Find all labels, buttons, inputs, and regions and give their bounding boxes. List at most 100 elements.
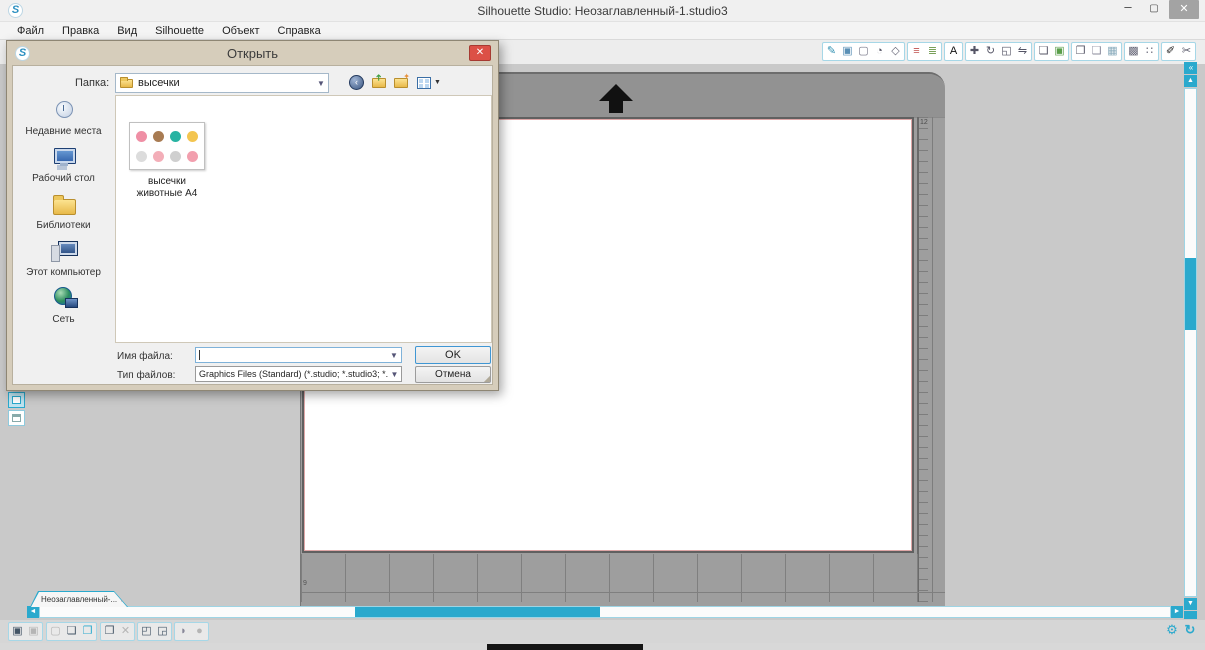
knife-icon[interactable]: ✂ (1179, 44, 1194, 59)
scroll-up-button[interactable]: ▲ (1184, 75, 1197, 87)
place-item-computer[interactable]: Этот компьютер (13, 237, 114, 284)
select-all-icon[interactable]: ▣ (10, 624, 25, 639)
refresh-icon[interactable]: ↻ (1182, 622, 1198, 638)
layout-panel-button[interactable] (8, 410, 25, 426)
panel-collapse-button[interactable]: « (1184, 62, 1197, 74)
trace-icon[interactable]: ◔ (872, 44, 887, 59)
make-compound-path-icon[interactable]: ❐ (102, 624, 117, 639)
fill-color-icon[interactable]: ▣ (1052, 44, 1067, 59)
open-file-dialog: S Открыть ✕ Папка: высечки ▼ ‹ ▼ Недавни… (6, 40, 499, 391)
offset-icon[interactable]: ❐ (1073, 44, 1088, 59)
dialog-resize-grip[interactable]: ◢ (484, 374, 490, 383)
place-item-desktop[interactable]: Рабочий стол (13, 143, 114, 190)
bottombar-group-4: ◗● (174, 622, 209, 641)
back-button[interactable]: ‹ (349, 75, 364, 90)
line-weight-icon[interactable]: ≣ (925, 44, 940, 59)
mat-setup-icon[interactable]: ▢ (856, 44, 871, 59)
page-panel-glyph (12, 396, 21, 404)
file-list[interactable]: высечки животные А4 (115, 95, 492, 343)
eraser-icon[interactable]: ✐ (1163, 44, 1178, 59)
menu-item-5[interactable]: Справка (269, 25, 330, 37)
topstrip-group-3: ✚↻◱⇋ (965, 42, 1032, 61)
views-menu-button[interactable] (417, 77, 431, 89)
scroll-down-button[interactable]: ▼ (1184, 598, 1197, 610)
ok-button[interactable]: OK (415, 346, 491, 364)
group-icon[interactable]: ❏ (64, 624, 79, 639)
menu-item-0[interactable]: Файл (8, 25, 53, 37)
scroll-left-button[interactable]: ◄ (27, 606, 39, 618)
horizontal-scrollbar-track[interactable] (39, 606, 1171, 618)
weld-icon[interactable]: ◗ (176, 624, 191, 639)
sketch-icon[interactable]: ❑ (1089, 44, 1104, 59)
send-backward-icon[interactable]: ◲ (155, 624, 170, 639)
document-tab[interactable]: Неозаглавленный-... ✕ (30, 591, 129, 607)
up-one-level-button[interactable] (372, 78, 386, 88)
place-label: Рабочий стол (32, 173, 95, 184)
place-label: Недавние места (25, 126, 101, 137)
topstrip-group-2: A (944, 42, 963, 61)
silhouette-studio-window: S Silhouette Studio: Неозаглавленный-1.s… (0, 0, 1205, 650)
bottombar-group-3: ◰◲ (137, 622, 172, 641)
scroll-right-button[interactable]: ► (1171, 606, 1183, 618)
filename-label: Имя файла: (117, 351, 173, 362)
thumbnail-animal-6 (170, 151, 181, 162)
mat-grid-band (301, 554, 945, 602)
chevron-down-icon: ▼ (388, 370, 401, 379)
rhinestone-icon[interactable]: ▩ (1126, 44, 1141, 59)
bring-forward-icon[interactable]: ◰ (139, 624, 154, 639)
thumbnail-animal-7 (187, 151, 198, 162)
page-panel-button-active[interactable] (8, 392, 25, 408)
grid-options-icon[interactable]: ▦ (1105, 44, 1120, 59)
scale-icon[interactable]: ◱ (999, 44, 1014, 59)
views-menu-arrow-icon[interactable]: ▼ (434, 79, 441, 86)
filename-input[interactable]: ▼ (195, 347, 402, 363)
menu-item-2[interactable]: Вид (108, 25, 146, 37)
move-icon[interactable]: ✚ (967, 44, 982, 59)
thumbnail-animal-1 (153, 131, 164, 142)
vertical-scrollbar-thumb[interactable] (1185, 258, 1196, 330)
maximize-button[interactable]: ▢ (1141, 0, 1167, 19)
menu-bar: ФайлПравкаВидSilhouetteОбъектСправка (0, 22, 1205, 40)
place-item-recent[interactable]: Недавние места (13, 96, 114, 143)
mat-orientation-arrow-stem (609, 100, 623, 113)
file-item[interactable]: высечки животные А4 (124, 122, 210, 200)
folder-dropdown-value: высечки (138, 77, 314, 89)
drawing-tool-icon[interactable]: ✎ (824, 44, 839, 59)
close-window-button[interactable]: ✕ (1169, 0, 1199, 19)
topstrip-group-6: ▩∷ (1124, 42, 1159, 61)
page-setup-icon[interactable]: ▣ (840, 44, 855, 59)
new-folder-button[interactable] (394, 78, 408, 88)
mat-orientation-arrow-icon (599, 84, 633, 101)
mirror-icon[interactable]: ⇋ (1015, 44, 1030, 59)
filetype-dropdown[interactable]: Graphics Files (Standard) (*.studio; *.s… (195, 366, 402, 382)
place-item-libraries[interactable]: Библиотеки (13, 190, 114, 237)
place-item-network[interactable]: Сеть (13, 284, 114, 331)
shadow-icon[interactable]: ❏ (1036, 44, 1051, 59)
ruler-number-bottom: 9 (303, 580, 307, 587)
cancel-button[interactable]: Отмена (415, 366, 491, 383)
preferences-gear-icon[interactable]: ⚙ (1164, 622, 1180, 638)
release-compound-path-icon: ✕ (118, 624, 133, 639)
chevron-down-icon: ▼ (387, 351, 401, 360)
menu-item-1[interactable]: Правка (53, 25, 108, 37)
shape-tool-icon[interactable]: ◇ (888, 44, 903, 59)
dot-pattern-icon[interactable]: ∷ (1142, 44, 1157, 59)
ungroup-icon[interactable]: ❐ (80, 624, 95, 639)
minimize-button[interactable]: – (1115, 0, 1141, 19)
topstrip-group-1: ≡≣ (907, 42, 942, 61)
dialog-close-button[interactable]: ✕ (469, 45, 491, 61)
vertical-scrollbar-track[interactable] (1184, 88, 1197, 597)
folder-dropdown[interactable]: высечки ▼ (115, 73, 329, 93)
menu-item-3[interactable]: Silhouette (146, 25, 213, 37)
menu-item-4[interactable]: Объект (213, 25, 268, 37)
horizontal-scrollbar-thumb[interactable] (355, 607, 600, 617)
dialog-content: Папка: высечки ▼ ‹ ▼ Недавние местаРабоч… (12, 65, 493, 385)
bottombar-group-0: ▣▣ (8, 622, 43, 641)
dialog-title: Открыть (7, 46, 498, 61)
bottom-toolbar: ⚙ ↻ ▣▣▢❏❐❐✕◰◲◗● (0, 620, 1205, 643)
rotate-icon[interactable]: ↻ (983, 44, 998, 59)
topstrip-group-0: ✎▣▢◔◇ (822, 42, 905, 61)
document-tab-close-icon[interactable]: ✕ (120, 596, 126, 604)
text-style-icon[interactable]: A (946, 44, 961, 59)
line-style-icon[interactable]: ≡ (909, 44, 924, 59)
